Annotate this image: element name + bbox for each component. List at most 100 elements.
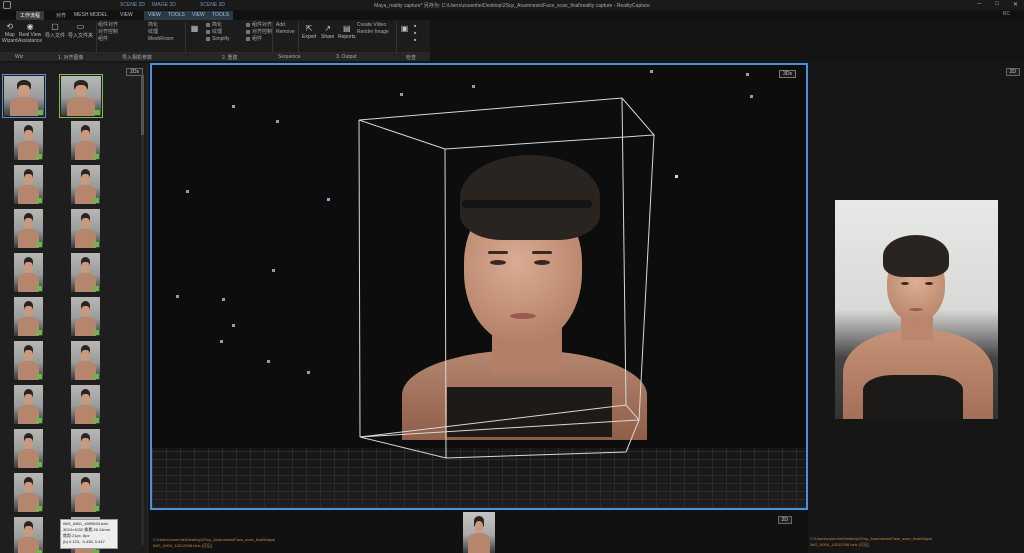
image-thumbnail[interactable]	[71, 385, 100, 424]
tab-mesh-model[interactable]: MESH MODEL	[70, 11, 112, 20]
alignment-tag	[93, 418, 99, 423]
photo-hair-net	[883, 235, 949, 277]
simplify-en-label[interactable]: Simplify	[212, 36, 230, 42]
alignment-tag	[93, 154, 99, 159]
close-icon[interactable]: ✕	[1013, 1, 1018, 8]
alignment-tag	[93, 374, 99, 379]
image-thumbnail[interactable]	[14, 385, 43, 424]
source-photo[interactable]	[835, 200, 998, 419]
mesh-label[interactable]: 组件对齐	[252, 22, 272, 28]
image-thumbnail[interactable]	[71, 297, 100, 336]
alignment-tag	[36, 198, 42, 203]
mesh-column: 组件对齐 对齐控制 组件	[246, 22, 272, 43]
import-folder-button[interactable]: ▭ 导入文件夹	[68, 22, 93, 39]
camera-point	[746, 73, 749, 76]
model-headband	[462, 200, 592, 208]
image-thumbnail[interactable]	[14, 209, 43, 248]
image-thumbnail[interactable]	[71, 121, 100, 160]
image-thumbnail[interactable]	[14, 429, 43, 468]
tab-view-2d[interactable]: VIEW	[144, 11, 165, 20]
alignment-tag	[36, 418, 42, 423]
color-icon	[246, 29, 250, 34]
tab-tools-3d[interactable]: TOOLS	[208, 11, 233, 20]
remove-button[interactable]: Remove	[276, 29, 295, 36]
viewer-badge[interactable]: 2D	[1005, 68, 1020, 76]
menu-tabs: 工作流程 对齐 MESH MODEL VIEW SCENE 2D IMAGE 2…	[0, 2, 1024, 20]
minimize-icon[interactable]: ─	[977, 1, 981, 8]
tab-alignment[interactable]: 对齐	[52, 11, 70, 20]
ribbon-empty-area	[430, 20, 1024, 61]
model-lips	[510, 313, 536, 319]
image-thumbnail[interactable]	[71, 165, 100, 204]
image-thumbnail[interactable]	[14, 473, 43, 512]
alignment-tag	[93, 330, 99, 335]
reconstructed-model[interactable]	[402, 145, 652, 440]
ribbon-item[interactable]: 简化	[148, 22, 174, 29]
share-button[interactable]: ↗ Share	[321, 24, 334, 40]
image-thumbnail[interactable]	[14, 253, 43, 292]
group-label: 1. 对齐图像	[58, 55, 84, 61]
ribbon-item[interactable]: 纹理	[148, 29, 174, 36]
image-thumbnail[interactable]	[14, 297, 43, 336]
create-video-button[interactable]: Create Video	[357, 22, 389, 29]
image-thumbnail[interactable]	[14, 121, 43, 160]
camera-point	[186, 190, 189, 193]
ribbon-item[interactable]: MeshRoom	[148, 36, 174, 43]
image-thumbnail[interactable]	[71, 341, 100, 380]
real-view-button[interactable]: ◉ Real View Assistance	[18, 22, 42, 44]
render-image-button[interactable]: Render Image	[357, 29, 389, 36]
maximize-icon[interactable]: □	[995, 1, 999, 8]
tab-tools-2d[interactable]: TOOLS	[164, 11, 189, 20]
viewport-badge[interactable]: 3Ds	[779, 70, 796, 78]
inspect-button[interactable]: ▣	[400, 24, 409, 34]
report-icon: ▤	[342, 24, 351, 33]
alignment-tag	[36, 374, 42, 379]
alignment-tag	[93, 286, 99, 291]
image-thumbnail[interactable]	[71, 429, 100, 468]
ribbon-item[interactable]: 组件	[98, 36, 118, 43]
alignment-tag	[36, 286, 42, 291]
ribbon-item[interactable]: 组件对齐	[98, 22, 118, 29]
color-label[interactable]: 对齐控制	[252, 29, 272, 35]
photo-eye	[925, 282, 933, 285]
simplify-label[interactable]: 简化	[212, 22, 222, 28]
export-button[interactable]: ⇱ Export	[302, 24, 316, 40]
image-thumbnail[interactable]	[71, 209, 100, 248]
tab-scene-3d[interactable]: SCENE 3D	[196, 1, 229, 10]
camera-point	[276, 120, 279, 123]
3d-viewport[interactable]: 3Ds	[150, 63, 808, 510]
camera-point	[307, 371, 310, 374]
photo-path: C:\Users\zouenhe\Desktop\2Scp_Anamnesis\…	[810, 536, 933, 547]
import-files-button[interactable]: ▢ 导入文件	[45, 22, 65, 39]
group-label: 检查	[406, 55, 417, 61]
folder-icon: ▭	[76, 22, 85, 31]
image-thumbnail[interactable]	[71, 473, 100, 512]
ribbon-group-labels: Wiz 1. 对齐图像 导入相机参数 2. 重建 Sequence 3. Out…	[0, 53, 430, 61]
add-button[interactable]: Add	[276, 22, 295, 29]
reconstruct-button[interactable]: ▦	[190, 24, 199, 34]
image-thumbnail[interactable]	[14, 165, 43, 204]
scrollbar[interactable]	[141, 75, 144, 545]
mesh-icon	[246, 22, 250, 27]
strip-badge[interactable]: 2D	[777, 516, 792, 524]
file-icon: ▢	[51, 22, 59, 31]
image-thumbnail[interactable]	[14, 517, 43, 553]
map-wizard-button[interactable]: ⟲ Map Wizard	[2, 22, 18, 44]
tab-view[interactable]: VIEW	[116, 11, 137, 20]
ribbon-item[interactable]: 对齐控制	[98, 29, 118, 36]
tab-workflow[interactable]: 工作流程	[16, 11, 45, 20]
image-thumbnail[interactable]	[71, 253, 100, 292]
tab-image-2d[interactable]: IMAGE 2D	[148, 1, 180, 10]
tool-label[interactable]: 组件	[252, 36, 262, 42]
scrollbar-thumb[interactable]	[141, 75, 144, 135]
texture-label[interactable]: 纹理	[212, 29, 222, 35]
tab-scene-2d[interactable]: SCENE 2D	[116, 1, 149, 10]
camera-point	[400, 93, 403, 96]
tool-icon	[246, 36, 250, 41]
2d-image-viewer[interactable]: 2D C:\Users\zouenhe\Desktop\2Scp_Anamnes…	[809, 63, 1024, 553]
group-label: Wiz	[15, 54, 24, 60]
image-thumbnail[interactable]	[14, 341, 43, 380]
reports-button[interactable]: ▤ Reports	[338, 24, 356, 40]
tab-view-3d[interactable]: VIEW	[188, 11, 209, 20]
current-image-thumbnail[interactable]	[463, 512, 495, 553]
